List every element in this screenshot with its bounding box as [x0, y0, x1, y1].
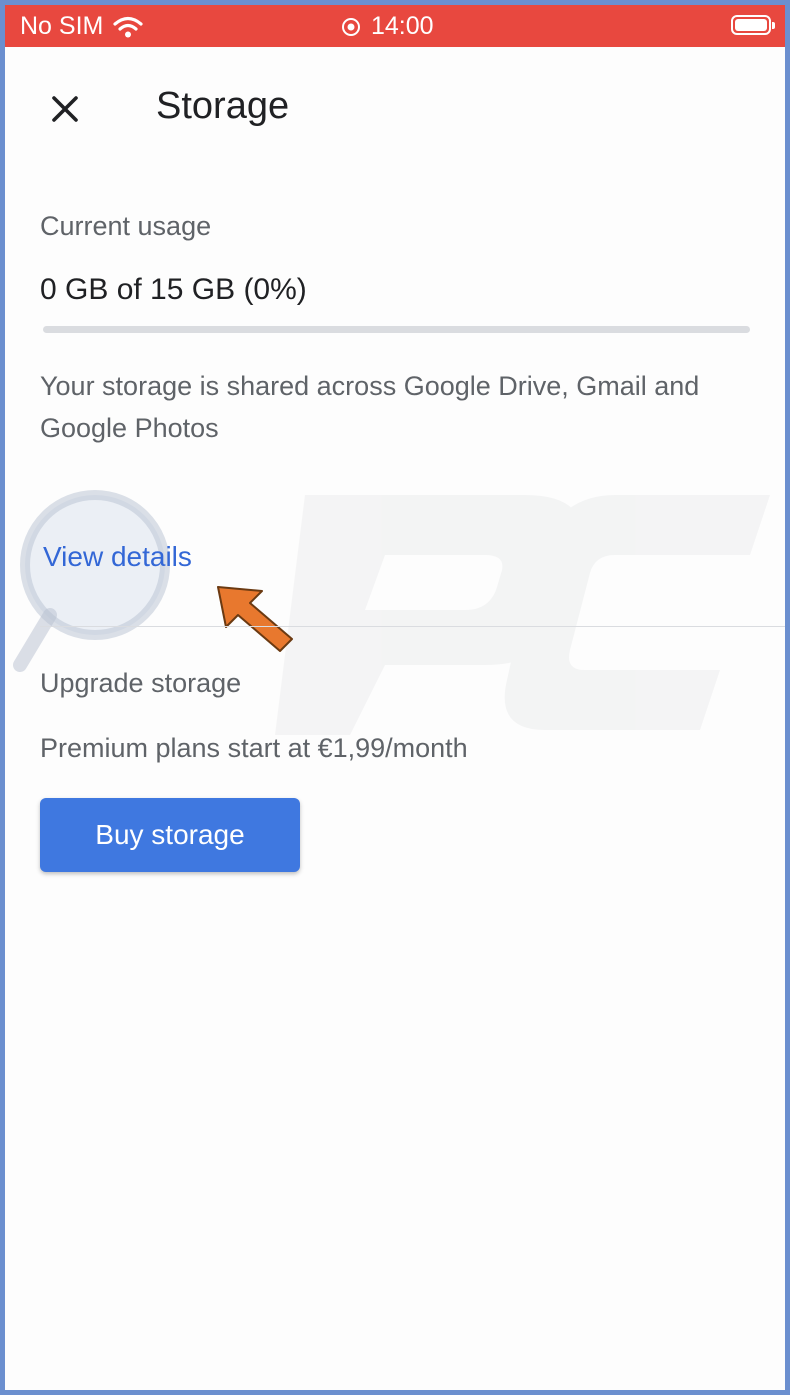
section-divider — [40, 626, 785, 627]
battery-icon — [731, 15, 775, 35]
upgrade-storage-label: Upgrade storage — [40, 668, 242, 698]
status-bar: No SIM 14:00 — [5, 5, 785, 47]
storage-description: Your storage is shared across Google Dri… — [40, 371, 700, 443]
view-details-link[interactable]: View details — [43, 541, 192, 573]
app-header: Storage — [5, 47, 785, 167]
carrier-label: No SIM — [20, 12, 104, 40]
close-button[interactable] — [45, 89, 85, 129]
current-usage-label: Current usage — [40, 211, 212, 241]
page-title: Storage — [156, 85, 290, 127]
storage-progress-bar — [43, 326, 750, 333]
premium-plans-text: Premium plans start at €1,99/month — [40, 733, 468, 763]
status-right — [731, 15, 775, 35]
wifi-icon — [113, 16, 143, 37]
app-screen: No SIM 14:00 Storage Current usage 0 GB … — [5, 5, 785, 1390]
buy-storage-button[interactable]: Buy storage — [40, 798, 300, 872]
location-icon — [342, 17, 360, 36]
pointer-arrow-icon — [217, 586, 293, 652]
usage-value: 0 GB of 15 GB (0%) — [40, 273, 307, 306]
status-center: 14:00 — [341, 12, 434, 41]
close-icon — [52, 96, 78, 122]
status-left: No SIM — [20, 12, 143, 41]
status-time: 14:00 — [371, 12, 434, 40]
